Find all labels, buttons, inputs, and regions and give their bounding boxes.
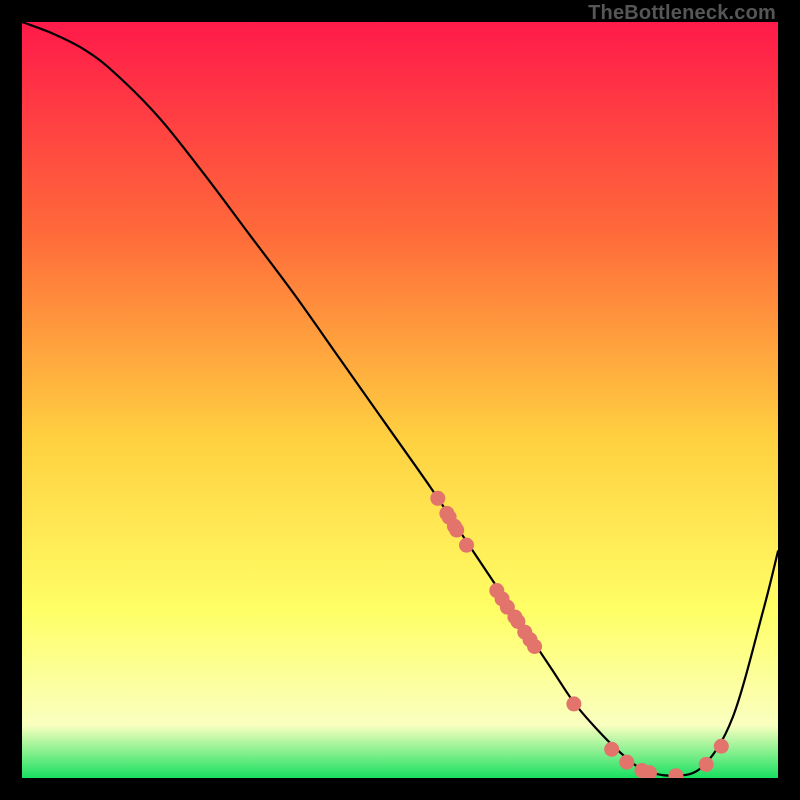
sample-marker	[459, 538, 474, 553]
chart-svg	[22, 22, 778, 778]
gradient-background	[22, 22, 778, 778]
sample-marker	[566, 696, 581, 711]
sample-marker	[527, 639, 542, 654]
sample-marker	[449, 523, 464, 538]
sample-marker	[699, 757, 714, 772]
sample-marker	[430, 491, 445, 506]
sample-marker	[604, 742, 619, 757]
sample-marker	[714, 739, 729, 754]
plot-area	[22, 22, 778, 778]
sample-marker	[619, 755, 634, 770]
chart-container: TheBottleneck.com	[0, 0, 800, 800]
